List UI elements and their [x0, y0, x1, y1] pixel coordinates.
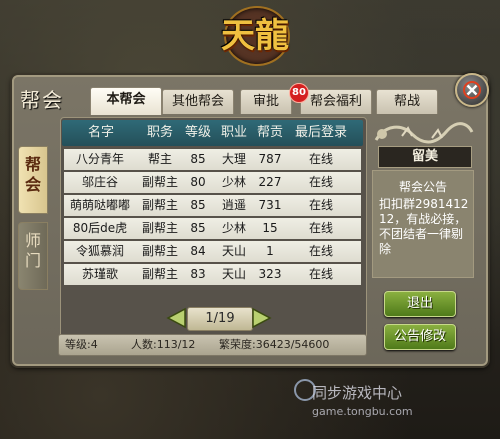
header-last-login: 最后登录: [294, 125, 347, 140]
cell-contribution: 1: [266, 244, 274, 258]
guild-notice-panel: 帮会公告 扣扣群298141212，有战必接，不团结者一律剔除: [372, 170, 474, 278]
cell-last-login: 在线: [308, 244, 333, 258]
close-icon: [463, 81, 481, 99]
cell-class: 少林: [221, 175, 246, 189]
selected-member-name: 留美: [378, 146, 472, 168]
tab-guild-welfare[interactable]: 帮会福利: [300, 89, 372, 114]
next-page-button[interactable]: [251, 307, 273, 329]
cell-level: 84: [190, 244, 206, 258]
cell-name: 萌萌哒嘟嘟: [69, 198, 130, 212]
cell-class: 逍遥: [221, 198, 246, 212]
cell-contribution: 731: [258, 198, 282, 212]
pagination: 1/19: [165, 307, 273, 331]
cell-name: 八分青年: [75, 152, 124, 166]
guild-level: 等级:4: [65, 338, 98, 351]
cell-position: 副帮主: [141, 198, 178, 212]
guild-member-count: 人数:113/12: [131, 338, 196, 351]
cell-name: 令狐慕润: [75, 244, 124, 258]
watermark-url: game.tongbu.com: [312, 405, 413, 418]
logo-text: 天龍: [221, 16, 289, 56]
page-indicator: 1/19: [187, 307, 253, 331]
cell-class: 少林: [221, 221, 246, 235]
game-logo: 天龍: [212, 2, 298, 68]
table-row[interactable]: 邬庄谷 副帮主 80 少林 227 在线: [64, 172, 361, 195]
header-position: 职务: [146, 125, 173, 140]
cell-name: 邬庄谷: [81, 175, 118, 189]
cell-name: 苏瑾歌: [81, 267, 118, 281]
cell-last-login: 在线: [308, 152, 333, 166]
cell-level: 83: [190, 267, 206, 281]
cell-position: 帮主: [147, 152, 172, 166]
cell-position: 副帮主: [141, 244, 178, 258]
table-header: 名字 职务 等级 职业 帮贡 最后登录: [62, 120, 363, 146]
close-button[interactable]: [455, 73, 489, 107]
cell-class: 天山: [221, 267, 246, 281]
header-contribution: 帮贡: [256, 125, 283, 140]
side-tab-guild[interactable]: 帮会: [18, 146, 48, 214]
table-row[interactable]: 萌萌哒嘟嘟 副帮主 85 逍遥 731 在线: [64, 195, 361, 218]
header-level: 等级: [184, 125, 211, 140]
cell-last-login: 在线: [308, 267, 333, 281]
cell-class: 天山: [221, 244, 246, 258]
tab-other-guilds[interactable]: 其他帮会: [162, 89, 234, 114]
cell-contribution: 227: [258, 175, 282, 189]
tab-approval[interactable]: 审批: [240, 89, 292, 114]
header-class: 职业: [220, 125, 247, 140]
table-row[interactable]: 令狐慕润 副帮主 84 天山 1 在线: [64, 241, 361, 264]
cell-last-login: 在线: [308, 198, 333, 212]
guild-stats-bar: 等级:4 人数:113/12 繁荣度:36423/54600: [58, 334, 367, 356]
cell-level: 85: [190, 198, 206, 212]
table-row[interactable]: 苏瑾歌 副帮主 83 天山 323 在线: [64, 264, 361, 287]
cell-level: 85: [190, 152, 206, 166]
cell-last-login: 在线: [308, 221, 333, 235]
header-name: 名字: [87, 125, 114, 140]
notice-title: 帮会公告: [398, 180, 447, 194]
cell-position: 副帮主: [141, 221, 178, 235]
cell-level: 80: [190, 175, 206, 189]
table-row[interactable]: 80后de虎 副帮主 85 少林 15 在线: [64, 218, 361, 241]
cell-name: 80后de虎: [72, 221, 128, 235]
notice-body: 扣扣群298141212，有战必接，不团结者一律剔除: [379, 197, 469, 256]
edit-notice-button[interactable]: 公告修改: [384, 324, 456, 350]
cell-contribution: 787: [258, 152, 282, 166]
cell-last-login: 在线: [308, 175, 333, 189]
cell-position: 副帮主: [141, 175, 178, 189]
guild-prosperity: 繁荣度:36423/54600: [219, 338, 330, 351]
cell-class: 大理: [221, 152, 246, 166]
table-row[interactable]: 八分青年 帮主 85 大理 787 在线: [64, 149, 361, 172]
watermark-text: 同步游戏中心: [312, 384, 403, 402]
cell-position: 副帮主: [141, 267, 178, 281]
side-tab-mentor[interactable]: 师门: [18, 222, 48, 290]
quit-guild-button[interactable]: 退出: [384, 291, 456, 317]
cell-contribution: 15: [262, 221, 278, 235]
prev-page-button[interactable]: [165, 307, 187, 329]
tab-guild-war[interactable]: 帮战: [376, 89, 438, 114]
tab-my-guild[interactable]: 本帮会: [90, 87, 162, 115]
panel-title: 帮会: [20, 88, 64, 112]
cell-contribution: 323: [258, 267, 282, 281]
cell-level: 85: [190, 221, 206, 235]
approval-count-badge: 80: [289, 83, 309, 103]
